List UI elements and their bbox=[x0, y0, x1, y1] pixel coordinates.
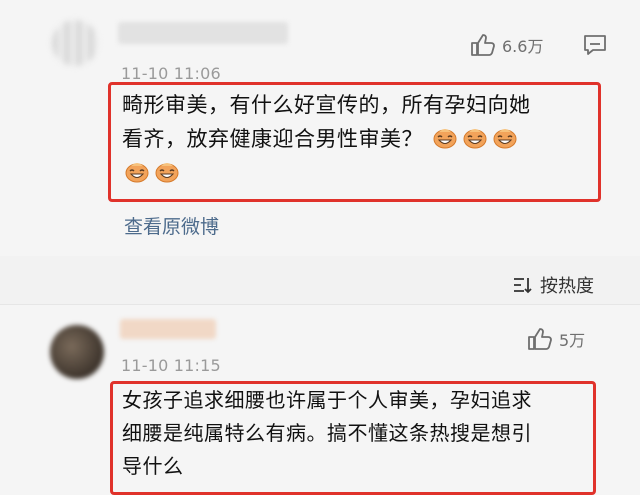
laughing-emoji bbox=[433, 129, 457, 149]
comment-timestamp: 11-10 11:06 bbox=[121, 64, 221, 83]
reply-button[interactable] bbox=[583, 34, 607, 60]
like-count: 5万 bbox=[559, 331, 586, 350]
sort-icon bbox=[514, 278, 532, 294]
laughing-emoji bbox=[125, 163, 149, 183]
comment-line-3: 导什么 bbox=[122, 454, 184, 478]
view-original-link[interactable]: 查看原微博 bbox=[124, 212, 219, 239]
sort-label: 按热度 bbox=[540, 276, 594, 297]
comment-line-1: 畸形审美，有什么好宣传的，所有孕妇向她 bbox=[122, 93, 531, 117]
comment-line-2: 细腰是纯属特么有病。搞不懂这条热搜是想引 bbox=[122, 421, 532, 445]
comment-text: 畸形审美，有什么好宣传的，所有孕妇向她 看齐，放弃健康迎合男性审美？ bbox=[122, 88, 592, 190]
comment-card-2: 5万 11-10 11:15 女孩子追求细腰也许属于个人审美，孕妇追求 细腰是纯… bbox=[0, 304, 640, 495]
comment-text: 女孩子追求细腰也许属于个人审美，孕妇追求 细腰是纯属特么有病。搞不懂这条热搜是想… bbox=[122, 384, 590, 483]
comment-timestamp: 11-10 11:15 bbox=[121, 356, 221, 375]
thumbs-up-icon bbox=[528, 328, 552, 350]
laughing-emoji bbox=[155, 163, 179, 183]
comment-line-3 bbox=[122, 156, 592, 190]
comment-line-2: 看齐，放弃健康迎合男性审美？ bbox=[122, 122, 592, 156]
like-count: 6.6万 bbox=[502, 37, 544, 56]
laughing-emoji bbox=[493, 129, 517, 149]
comment-line-1: 女孩子追求细腰也许属于个人审美，孕妇追求 bbox=[122, 388, 532, 412]
like-button[interactable]: 5万 bbox=[527, 327, 585, 351]
avatar[interactable] bbox=[50, 325, 104, 379]
username-blurred[interactable] bbox=[120, 319, 216, 339]
username-blurred[interactable] bbox=[118, 22, 288, 44]
like-button[interactable]: 6.6万 bbox=[470, 33, 543, 57]
thumbs-up-icon bbox=[471, 34, 495, 56]
comment-card-1: 6.6万 11-10 11:06 畸形审美，有什么好宣传的，所有孕妇向她 看齐，… bbox=[0, 0, 640, 256]
avatar[interactable] bbox=[52, 20, 98, 66]
comment-icon bbox=[584, 35, 606, 55]
laughing-emoji bbox=[463, 129, 487, 149]
sort-by-hot[interactable]: 按热度 bbox=[512, 272, 594, 298]
